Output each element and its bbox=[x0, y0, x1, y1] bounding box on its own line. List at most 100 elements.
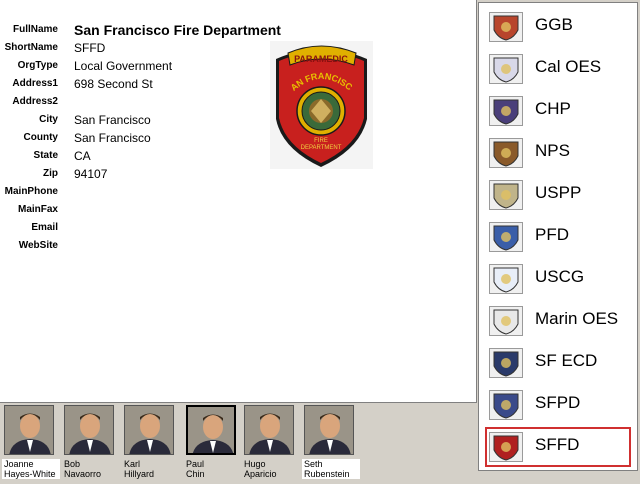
org-details-panel: FullName San Francisco Fire Department Sho… bbox=[0, 0, 477, 403]
contact-last-name: Navaorro bbox=[64, 469, 102, 479]
contact-first-name: Bob bbox=[64, 459, 81, 469]
org-badge-icon bbox=[489, 432, 523, 462]
field-row-zip: Zip 94107 bbox=[0, 165, 470, 183]
org-label: SFFD bbox=[535, 435, 580, 454]
org-badge-icon bbox=[489, 54, 523, 84]
org-badge-icon bbox=[489, 96, 523, 126]
org-label: NPS bbox=[535, 141, 570, 160]
contact-first-name: Karl bbox=[124, 459, 141, 469]
org-badge-icon bbox=[489, 180, 523, 210]
contact-last-name: Hillyard bbox=[124, 469, 155, 479]
field-label: MainPhone bbox=[4, 186, 58, 197]
contact-name: Joanne Hayes-White bbox=[2, 459, 60, 479]
org-item-nps[interactable]: NPS bbox=[485, 133, 631, 173]
contact-name: Seth Rubenstein bbox=[302, 459, 360, 479]
organization-list: GGB Cal OES CHP NPS USPP PFD USCG Marin OES SF E… bbox=[478, 2, 638, 471]
contact-card[interactable]: Seth Rubenstein bbox=[302, 405, 360, 481]
logo-paramedic-text: PARAMEDIC bbox=[294, 54, 348, 64]
org-label: SF ECD bbox=[535, 351, 598, 370]
contact-card[interactable]: Hugo Aparicio bbox=[242, 405, 298, 481]
org-label: SFPD bbox=[535, 393, 581, 412]
contact-first-name: Paul bbox=[186, 459, 205, 469]
contact-card[interactable]: Bob Navaorro bbox=[62, 405, 118, 481]
field-row-mainfax: MainFax bbox=[0, 201, 470, 219]
field-row-orgtype: OrgType Local Government bbox=[0, 57, 470, 75]
field-value[interactable]: 698 Second St bbox=[74, 75, 153, 93]
logo-department-text: DEPARTMENT bbox=[301, 145, 342, 151]
contact-last-name: Rubenstein bbox=[304, 469, 350, 479]
org-item-uspp[interactable]: USPP bbox=[485, 175, 631, 215]
contact-name: Bob Navaorro bbox=[62, 459, 120, 479]
org-label: USCG bbox=[535, 267, 585, 286]
org-badge-icon bbox=[489, 348, 523, 378]
contact-photo bbox=[64, 405, 114, 455]
field-row-state: State CA bbox=[0, 147, 470, 165]
contact-photo bbox=[186, 405, 236, 455]
org-item-sf-ecd[interactable]: SF ECD bbox=[485, 343, 631, 383]
contacts-bar: Joanne Hayes-White Bob Navaorro Karl Hillyard… bbox=[0, 403, 476, 484]
org-badge-icon bbox=[489, 138, 523, 168]
org-item-cal-oes[interactable]: Cal OES bbox=[485, 49, 631, 89]
contact-photo bbox=[4, 405, 54, 455]
logo-fire-text: FIRE bbox=[314, 138, 328, 144]
org-label: Marin OES bbox=[535, 309, 619, 328]
contact-first-name: Hugo bbox=[244, 459, 266, 469]
org-badge-icon bbox=[489, 306, 523, 336]
field-row-address2: Address2 bbox=[0, 93, 470, 111]
contact-name: Hugo Aparicio bbox=[242, 459, 300, 479]
contact-name: Paul Chin bbox=[184, 459, 242, 479]
org-item-chp[interactable]: CHP bbox=[485, 91, 631, 131]
field-label: Zip bbox=[43, 168, 58, 179]
sffd-patch-logo: PARAMEDIC SAN FRANCISCO FIRE DEPARTMENT bbox=[266, 33, 367, 167]
org-badge-icon bbox=[489, 264, 523, 294]
org-item-ggb[interactable]: GGB bbox=[485, 7, 631, 47]
field-row-address1: Address1 698 Second St bbox=[0, 75, 470, 93]
org-item-uscg[interactable]: USCG bbox=[485, 259, 631, 299]
contact-card[interactable]: Karl Hillyard bbox=[122, 405, 178, 481]
org-item-sfpd[interactable]: SFPD bbox=[485, 385, 631, 425]
field-label: OrgType bbox=[17, 60, 58, 71]
field-label: County bbox=[23, 132, 58, 143]
field-row-email: Email bbox=[0, 219, 470, 237]
org-item-marin-oes[interactable]: Marin OES bbox=[485, 301, 631, 341]
field-row-county: County San Francisco bbox=[0, 129, 470, 147]
contact-photo bbox=[244, 405, 294, 455]
field-label: City bbox=[39, 114, 58, 125]
contact-first-name: Seth bbox=[304, 459, 323, 469]
contact-first-name: Joanne bbox=[4, 459, 34, 469]
org-label: PFD bbox=[535, 225, 569, 244]
field-label: Address2 bbox=[12, 96, 58, 107]
field-value[interactable]: San Francisco Fire Department bbox=[74, 21, 281, 39]
field-value[interactable]: CA bbox=[74, 147, 91, 165]
field-row-fullname: FullName San Francisco Fire Department bbox=[0, 21, 470, 39]
contact-photo bbox=[124, 405, 174, 455]
org-item-sffd[interactable]: SFFD bbox=[485, 427, 631, 467]
field-value[interactable]: San Francisco bbox=[74, 111, 151, 129]
field-row-city: City San Francisco bbox=[0, 111, 470, 129]
field-label: MainFax bbox=[17, 204, 58, 215]
field-value[interactable]: SFFD bbox=[74, 39, 105, 57]
org-badge-icon bbox=[489, 12, 523, 42]
field-value[interactable]: Local Government bbox=[74, 57, 172, 75]
contact-last-name: Hayes-White bbox=[4, 469, 56, 479]
org-label: USPP bbox=[535, 183, 582, 202]
org-label: GGB bbox=[535, 15, 573, 34]
org-item-pfd[interactable]: PFD bbox=[485, 217, 631, 257]
contact-card[interactable]: Paul Chin bbox=[184, 405, 240, 481]
org-badge-icon bbox=[489, 222, 523, 252]
contact-photo bbox=[304, 405, 354, 455]
field-row-mainphone: MainPhone bbox=[0, 183, 470, 201]
field-label: ShortName bbox=[4, 42, 58, 53]
contact-last-name: Aparicio bbox=[244, 469, 277, 479]
field-row-shortname: ShortName SFFD bbox=[0, 39, 470, 57]
contact-name: Karl Hillyard bbox=[122, 459, 180, 479]
field-value[interactable]: San Francisco bbox=[74, 129, 151, 147]
field-value[interactable]: 94107 bbox=[74, 165, 107, 183]
org-logo: PARAMEDIC SAN FRANCISCO FIRE DEPARTMENT bbox=[266, 33, 373, 169]
org-label: CHP bbox=[535, 99, 571, 118]
field-label: State bbox=[33, 150, 58, 161]
field-label: Email bbox=[31, 222, 58, 233]
field-label: FullName bbox=[12, 24, 58, 35]
contact-card[interactable]: Joanne Hayes-White bbox=[2, 405, 60, 481]
field-label: WebSite bbox=[18, 240, 58, 251]
